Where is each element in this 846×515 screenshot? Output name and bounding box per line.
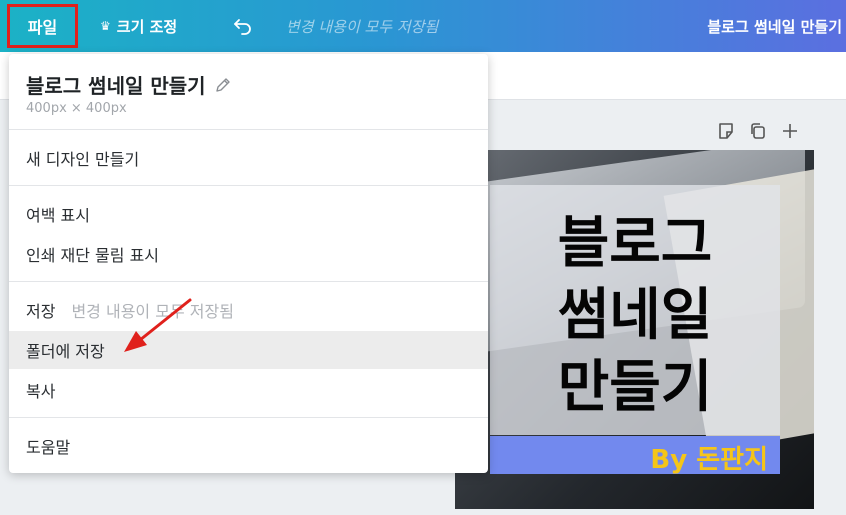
document-title[interactable]: 블로그 썸네일 만들기 (707, 16, 842, 37)
file-menu-dropdown: 블로그 썸네일 만들기 400px × 400px 새 디자인 만들기 여백 표… (9, 54, 488, 473)
menu-divider (9, 129, 488, 130)
menu-item-label: 저장 (26, 302, 56, 321)
crown-icon: ♛ (100, 19, 111, 33)
menu-item-label: 폴더에 저장 (26, 342, 105, 361)
menu-divider (9, 417, 488, 418)
menu-item-label: 복사 (26, 382, 56, 401)
byline-text: By 돈판지 (650, 445, 768, 475)
file-menu-label: 파일 (27, 18, 58, 37)
thumbnail-title-line: 만들기 (557, 355, 713, 420)
plus-icon[interactable] (780, 121, 800, 141)
menu-item-save-to-folder[interactable]: 폴더에 저장 (9, 331, 488, 369)
menu-divider (9, 281, 488, 282)
menu-item-label: 새 디자인 만들기 (26, 150, 140, 169)
menu-item-label: 도움말 (26, 438, 71, 457)
menu-item-label: 인쇄 재단 물림 표시 (26, 246, 160, 265)
menu-divider (9, 185, 488, 186)
thumbnail-title: 블로그 썸네일 만들기 (490, 208, 780, 424)
menu-item-show-bleed[interactable]: 인쇄 재단 물림 표시 (9, 235, 488, 273)
note-icon[interactable] (716, 121, 736, 141)
menu-design-title-text: 블로그 썸네일 만들기 (26, 74, 206, 98)
resize-label: 크기 조정 (116, 17, 178, 36)
thumbnail-title-line: 썸네일 (557, 283, 713, 348)
menu-item-label: 여백 표시 (26, 206, 90, 225)
design-canvas[interactable]: 블로그 썸네일 만들기 By 돈판지 (455, 150, 814, 509)
page-tools (716, 121, 800, 141)
menu-item-save[interactable]: 저장 변경 내용이 모두 저장됨 (9, 291, 488, 329)
file-menu-button[interactable]: 파일 (7, 4, 78, 48)
top-toolbar: 파일 ♛ 크기 조정 변경 내용이 모두 저장됨 블로그 썸네일 만들기 (0, 0, 846, 52)
thumbnail-title-line: 블로그 (557, 211, 713, 276)
save-status-text: 변경 내용이 모두 저장됨 (286, 18, 439, 36)
menu-item-show-margins[interactable]: 여백 표시 (9, 195, 488, 233)
duplicate-icon[interactable] (748, 121, 768, 141)
menu-item-new-design[interactable]: 새 디자인 만들기 (9, 139, 488, 177)
menu-save-status: 변경 내용이 모두 저장됨 (71, 302, 234, 321)
undo-icon (234, 19, 251, 35)
resize-button[interactable]: ♛ 크기 조정 (100, 14, 177, 38)
menu-item-help[interactable]: 도움말 (9, 427, 488, 465)
menu-design-size: 400px × 400px (26, 101, 127, 116)
undo-button[interactable] (230, 12, 256, 38)
menu-design-title[interactable]: 블로그 썸네일 만들기 (26, 70, 232, 99)
menu-item-copy[interactable]: 복사 (9, 371, 488, 409)
byline-bar: By 돈판지 (490, 436, 780, 475)
pencil-icon[interactable] (214, 76, 232, 94)
